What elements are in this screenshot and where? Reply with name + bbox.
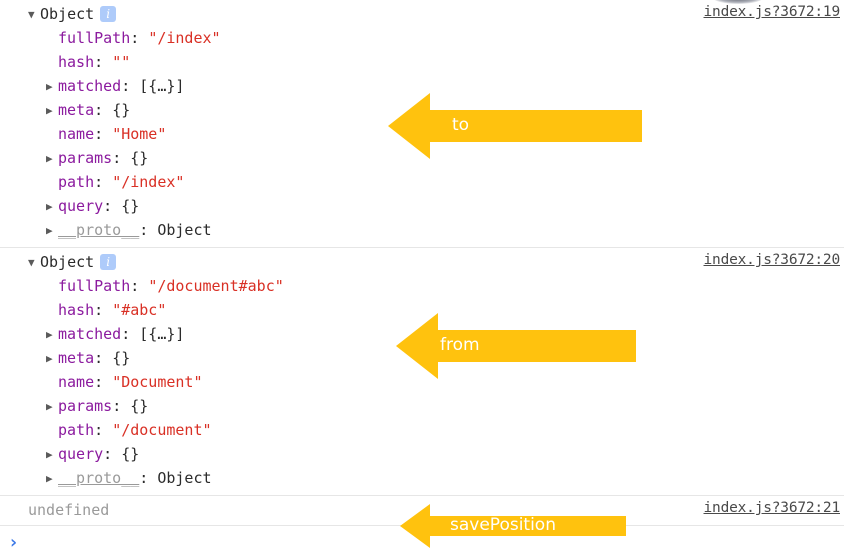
property-value: "/index" — [112, 173, 185, 191]
object-property-row: path: "/document" — [0, 418, 844, 442]
property-separator: : — [121, 325, 140, 343]
property-separator: : — [139, 221, 158, 239]
property-separator: : — [94, 101, 113, 119]
property-key: name — [58, 125, 95, 143]
property-key: hash — [58, 301, 95, 319]
property-key: matched — [58, 325, 122, 343]
disclosure-triangle-open-icon[interactable] — [28, 251, 40, 275]
property-value: "/document#abc" — [148, 277, 284, 295]
property-separator: : — [94, 301, 113, 319]
property-value: {} — [130, 397, 149, 415]
disclosure-triangle-closed-icon[interactable] — [46, 99, 58, 123]
property-key: meta — [58, 101, 95, 119]
property-value: {} — [112, 349, 131, 367]
property-separator: : — [103, 197, 122, 215]
disclosure-triangle-closed-icon[interactable] — [46, 395, 58, 419]
disclosure-triangle-closed-icon[interactable] — [46, 75, 58, 99]
disclosure-triangle-closed-icon[interactable] — [46, 467, 58, 491]
property-value: "Home" — [112, 125, 167, 143]
console-prompt-line[interactable]: › — [0, 526, 844, 557]
object-property-row[interactable]: meta: {} — [0, 98, 844, 122]
property-value: "#abc" — [112, 301, 167, 319]
object-property-row[interactable]: params: {} — [0, 394, 844, 418]
property-key: fullPath — [58, 277, 131, 295]
property-key: path — [58, 421, 95, 439]
console-log-entry: index.js?3672:20 Objecti fullPath: "/doc… — [0, 248, 844, 496]
property-separator: : — [139, 469, 158, 487]
property-value: Object — [157, 469, 212, 487]
property-value: "" — [112, 53, 131, 71]
disclosure-triangle-closed-icon[interactable] — [46, 443, 58, 467]
prompt-chevron-icon: › — [8, 532, 19, 553]
property-value: {} — [121, 197, 140, 215]
devtools-console-panel: index.js?3672:19 Objecti fullPath: "/ind… — [0, 0, 844, 557]
property-separator: : — [94, 125, 113, 143]
object-property-row: name: "Home" — [0, 122, 844, 146]
property-separator: : — [130, 277, 149, 295]
console-log-entry: index.js?3672:21 undefined — [0, 496, 844, 526]
property-key: params — [58, 149, 113, 167]
property-separator: : — [94, 53, 113, 71]
object-property-row: fullPath: "/document#abc" — [0, 274, 844, 298]
disclosure-triangle-open-icon[interactable] — [28, 3, 40, 27]
object-header-row[interactable]: Objecti — [0, 2, 844, 26]
property-key: hash — [58, 53, 95, 71]
property-key: name — [58, 373, 95, 391]
property-separator: : — [121, 77, 140, 95]
property-separator: : — [130, 29, 149, 47]
disclosure-triangle-closed-icon[interactable] — [46, 147, 58, 171]
object-header-row[interactable]: Objecti — [0, 250, 844, 274]
object-property-row[interactable]: meta: {} — [0, 346, 844, 370]
property-key: meta — [58, 349, 95, 367]
property-value: "/index" — [148, 29, 221, 47]
object-property-row: fullPath: "/index" — [0, 26, 844, 50]
property-key: __proto__ — [58, 469, 140, 487]
property-key: query — [58, 445, 104, 463]
object-type-label: Object — [40, 253, 95, 271]
property-key: fullPath — [58, 29, 131, 47]
property-value: [{…}] — [139, 77, 185, 95]
disclosure-triangle-closed-icon[interactable] — [46, 347, 58, 371]
object-proto-row[interactable]: __proto__: Object — [0, 218, 844, 242]
property-key: path — [58, 173, 95, 191]
object-property-row: hash: "" — [0, 50, 844, 74]
property-key: matched — [58, 77, 122, 95]
disclosure-triangle-closed-icon[interactable] — [46, 195, 58, 219]
property-value: {} — [121, 445, 140, 463]
property-key: __proto__ — [58, 221, 140, 239]
object-property-row: path: "/index" — [0, 170, 844, 194]
property-separator: : — [103, 445, 122, 463]
property-key: query — [58, 197, 104, 215]
disclosure-triangle-closed-icon[interactable] — [46, 219, 58, 243]
object-property-row[interactable]: matched: [{…}] — [0, 74, 844, 98]
object-type-label: Object — [40, 5, 95, 23]
object-property-row: name: "Document" — [0, 370, 844, 394]
object-property-row[interactable]: params: {} — [0, 146, 844, 170]
property-separator: : — [94, 373, 113, 391]
property-value: [{…}] — [139, 325, 185, 343]
property-value: "/document" — [112, 421, 212, 439]
disclosure-triangle-closed-icon[interactable] — [46, 323, 58, 347]
info-icon[interactable]: i — [100, 253, 117, 270]
property-separator: : — [112, 397, 131, 415]
undefined-value: undefined — [28, 501, 110, 519]
object-property-row[interactable]: query: {} — [0, 442, 844, 466]
property-value: {} — [112, 101, 131, 119]
object-proto-row[interactable]: __proto__: Object — [0, 466, 844, 490]
property-separator: : — [94, 349, 113, 367]
property-value: "Document" — [112, 373, 203, 391]
object-property-row[interactable]: matched: [{…}] — [0, 322, 844, 346]
console-log-entry: index.js?3672:19 Objecti fullPath: "/ind… — [0, 0, 844, 248]
property-value: {} — [130, 149, 149, 167]
property-separator: : — [94, 173, 113, 191]
property-separator: : — [94, 421, 113, 439]
info-icon[interactable]: i — [100, 5, 117, 22]
object-property-row[interactable]: query: {} — [0, 194, 844, 218]
property-separator: : — [112, 149, 131, 167]
property-value: Object — [157, 221, 212, 239]
property-key: params — [58, 397, 113, 415]
object-property-row: hash: "#abc" — [0, 298, 844, 322]
